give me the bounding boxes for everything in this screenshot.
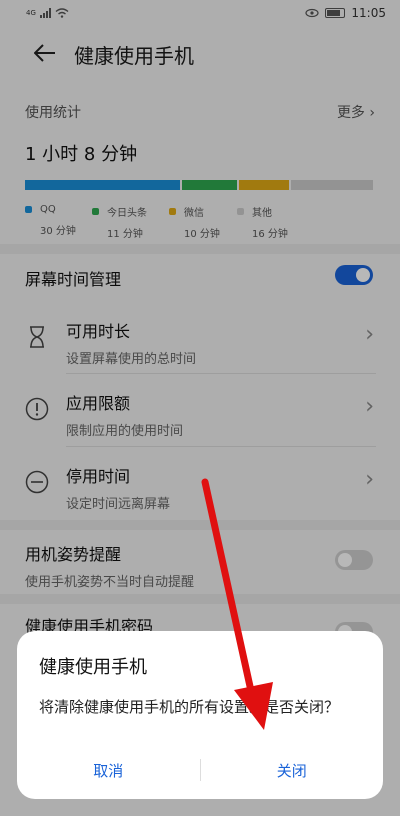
annotation-arrow-icon <box>201 478 273 730</box>
